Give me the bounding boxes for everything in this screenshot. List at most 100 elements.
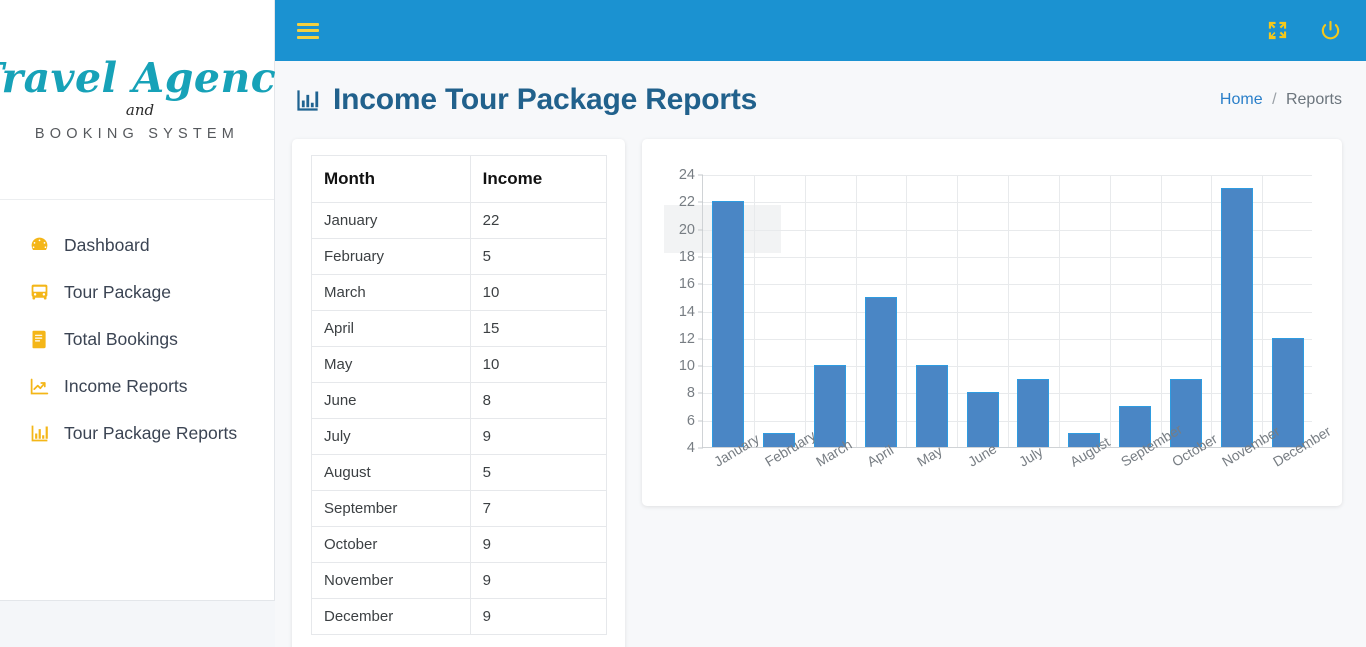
- vertical-gridline: [753, 175, 755, 447]
- cell-income: 5: [469, 238, 608, 275]
- breadcrumb-current: Reports: [1285, 91, 1342, 108]
- cell-month: June: [311, 382, 471, 419]
- vertical-gridline: [1008, 175, 1009, 447]
- y-axis-tick-label: 16: [678, 276, 695, 293]
- y-axis-tick-mark: [698, 283, 703, 285]
- table-header-row: Month Income: [311, 155, 608, 203]
- y-axis-tick-label: 8: [686, 385, 695, 402]
- table-row: November 9: [311, 562, 608, 599]
- page-title: Income Tour Package Reports: [294, 83, 757, 117]
- y-axis-tick-label: 12: [678, 330, 695, 347]
- cell-month: July: [311, 418, 471, 455]
- vertical-gridline: [1160, 175, 1162, 447]
- breadcrumb-home-link[interactable]: Home: [1220, 91, 1263, 108]
- hamburger-icon[interactable]: [297, 22, 319, 39]
- vertical-gridline: [906, 175, 908, 447]
- cell-month: October: [311, 526, 471, 563]
- y-axis-tick-mark: [698, 311, 703, 312]
- vertical-gridline: [1211, 175, 1213, 447]
- hamburger-bar: [297, 35, 319, 39]
- y-axis-tick-mark: [698, 420, 703, 422]
- chart-bar[interactable]: [966, 392, 999, 447]
- power-off-icon[interactable]: [1319, 19, 1342, 42]
- sidebar-item-tour-package-reports[interactable]: Tour Package Reports: [0, 410, 274, 457]
- table-row: August 5: [311, 454, 608, 491]
- cell-income: 10: [469, 346, 608, 383]
- breadcrumb-separator: /: [1272, 91, 1277, 108]
- table-row: June 8: [311, 382, 608, 419]
- y-axis-tick-label: 6: [686, 412, 695, 429]
- chart-line-icon: [28, 376, 50, 398]
- chart-plot-area: 24 22 20 18 16 14 12 10 8 6 4: [679, 167, 1312, 456]
- y-axis-tick-mark: [698, 392, 703, 394]
- sidebar-item-dashboard[interactable]: Dashboard: [0, 222, 274, 269]
- cell-income: 9: [469, 562, 608, 599]
- sidebar-nav: Dashboard Tour Package Total Bookings In…: [0, 200, 274, 457]
- cell-income: 9: [469, 598, 608, 635]
- chart-bar[interactable]: [712, 201, 745, 447]
- table-row: February 5: [311, 238, 608, 275]
- y-axis-tick-label: 24: [678, 167, 695, 183]
- y-axis-tick-mark: [698, 256, 703, 258]
- y-axis-tick-mark: [698, 174, 703, 176]
- brand-title: Travel Agency: [0, 53, 301, 102]
- cell-income: 9: [469, 418, 608, 455]
- chart-bar[interactable]: [814, 365, 847, 447]
- y-axis-tick-mark: [698, 201, 703, 203]
- vertical-gridline: [957, 175, 959, 447]
- sidebar-item-total-bookings[interactable]: Total Bookings: [0, 316, 274, 363]
- sidebar-item-label: Dashboard: [64, 235, 150, 255]
- dashboard-icon: [28, 235, 50, 257]
- table-row: April 15: [311, 310, 608, 347]
- vertical-gridline: [1109, 175, 1111, 447]
- top-navbar: [275, 0, 1366, 61]
- chart-bar[interactable]: [915, 365, 948, 447]
- sidebar-item-label: Tour Package: [64, 282, 172, 302]
- table-row: March 10: [311, 274, 608, 311]
- brand-logo[interactable]: Travel Agency and BOOKING SYSTEM: [0, 0, 300, 200]
- expand-arrows-icon[interactable]: [1266, 19, 1289, 42]
- cell-income: 5: [469, 454, 608, 491]
- sidebar-item-income-reports[interactable]: Income Reports: [0, 363, 274, 410]
- y-axis-tick-mark: [698, 338, 703, 340]
- vertical-gridline: [804, 175, 806, 447]
- hamburger-bar: [297, 22, 319, 26]
- sidebar-item-label: Tour Package Reports: [64, 423, 238, 443]
- cell-month: March: [311, 274, 471, 311]
- table-head: Month Income: [311, 155, 608, 203]
- sidebar: Travel Agency and BOOKING SYSTEM Dashboa…: [0, 0, 300, 601]
- chart-bar[interactable]: [1017, 378, 1050, 447]
- chart-bar[interactable]: [864, 296, 897, 447]
- topbar-actions: [1266, 19, 1342, 42]
- cell-month: August: [311, 454, 471, 491]
- y-axis-tick-label: 18: [678, 248, 695, 265]
- cell-income: 15: [469, 310, 608, 347]
- cell-month: May: [311, 346, 471, 383]
- sidebar-item-tour-package[interactable]: Tour Package: [0, 269, 274, 316]
- cell-month: December: [311, 598, 471, 635]
- hamburger-bar: [297, 29, 319, 32]
- vertical-gridline: [855, 175, 857, 447]
- column-header-income: Income: [469, 155, 608, 203]
- income-chart-card: 24 22 20 18 16 14 12 10 8 6 4 January February March…: [642, 139, 1342, 506]
- y-axis-tick-label: 14: [678, 303, 695, 320]
- cell-income: 22: [469, 202, 608, 239]
- cell-income: 8: [469, 382, 608, 419]
- bus-icon: [28, 282, 50, 304]
- cell-income: 9: [469, 526, 608, 563]
- table-body: January 22 February 5 March 10 April 15 May 10 Jun…: [311, 202, 608, 635]
- chart-bar[interactable]: [1220, 187, 1253, 447]
- cell-month: January: [311, 202, 471, 239]
- breadcrumb: Home / Reports: [1220, 91, 1342, 109]
- income-table: Month Income January 22 February 5 March 10 Ap…: [311, 155, 608, 635]
- cell-month: November: [311, 562, 471, 599]
- book-icon: [28, 329, 50, 351]
- y-axis-tick-mark: [698, 447, 703, 449]
- brand-and-text: and: [125, 100, 155, 119]
- page-header: Income Tour Package Reports Home / Repor…: [275, 61, 1366, 139]
- app-root: Travel Agency and BOOKING SYSTEM Dashboa…: [0, 0, 1366, 647]
- chart-bar-icon: [28, 423, 50, 445]
- bar-chart[interactable]: 24 22 20 18 16 14 12 10 8 6 4 January February March…: [656, 153, 1334, 496]
- sidebar-item-label: Total Bookings: [64, 329, 178, 349]
- y-axis-tick-label: 10: [678, 358, 695, 375]
